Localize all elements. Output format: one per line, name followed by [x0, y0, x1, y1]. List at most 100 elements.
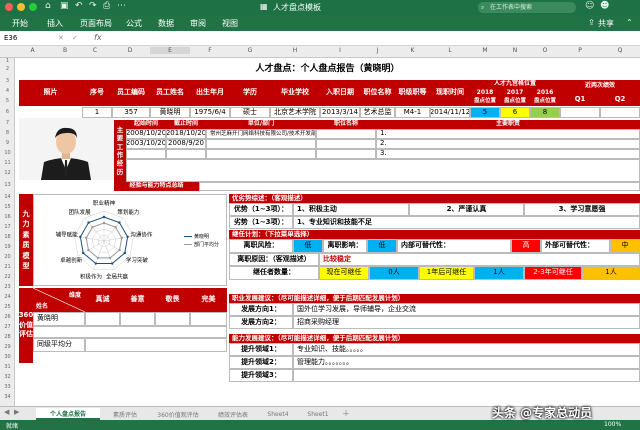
row-header[interactable]: 14 [0, 194, 15, 200]
row-header[interactable]: 3 [0, 78, 15, 84]
row-header[interactable]: 25 [0, 304, 15, 310]
two-value[interactable]: 1人 [582, 266, 640, 280]
row-header[interactable]: 28 [0, 334, 15, 340]
row-header[interactable]: 31 [0, 364, 15, 370]
cell-2017[interactable]: 6 [500, 107, 530, 118]
eval-cell[interactable] [85, 312, 120, 326]
row-header[interactable]: 1 [0, 58, 15, 64]
impact-value[interactable]: 低 [367, 239, 397, 253]
col-header[interactable]: K [395, 47, 430, 54]
eval-cell[interactable] [155, 312, 190, 326]
share-button[interactable]: 共享 [598, 18, 614, 29]
work-row-company[interactable] [206, 149, 316, 159]
row-header[interactable]: 10 [0, 150, 15, 156]
work-row-end[interactable]: 2018/10/20 [166, 129, 206, 139]
work-row-end[interactable] [166, 149, 206, 159]
tab-page-layout[interactable]: 页面布局 [80, 18, 112, 29]
more-icon[interactable]: ⋯ [117, 1, 126, 11]
work-notes-area[interactable] [126, 159, 640, 182]
face-icon[interactable]: ☻ [600, 1, 609, 11]
row-header[interactable]: 6 [0, 109, 15, 115]
minimize-window-button[interactable] [17, 3, 25, 11]
risk-value[interactable]: 低 [293, 239, 323, 253]
tab-formulas[interactable]: 公式 [126, 18, 142, 29]
work-row-end[interactable]: 2008/9/20 [166, 139, 206, 149]
tab-sheet-quality[interactable]: 素质评估 [104, 408, 146, 420]
career-d1[interactable]: 国外位学习发展，导师辅导，企业交流 [293, 303, 640, 316]
work-row-start[interactable]: 2008/10/20 [126, 129, 166, 139]
name-box[interactable]: E36 [4, 34, 17, 42]
cancel-icon[interactable]: ✕ [58, 34, 64, 42]
col-header[interactable]: L [430, 47, 470, 54]
redo-icon[interactable]: ↷ [89, 1, 97, 11]
row-header[interactable]: 19 [0, 244, 15, 250]
tab-insert[interactable]: 插入 [47, 18, 63, 29]
row-header[interactable]: 7 [0, 120, 15, 126]
cell-2016[interactable]: 8 [530, 107, 560, 118]
one-value[interactable]: 1人 [474, 266, 524, 280]
cell-join[interactable]: 2013/3/14 [320, 107, 360, 118]
cell-edu[interactable]: 硕士 [230, 107, 270, 118]
eval-avg[interactable]: 同级平均分 [33, 338, 85, 352]
work-row-start[interactable] [126, 149, 166, 159]
row-header[interactable]: 8 [0, 130, 15, 136]
ability-a1[interactable]: 专业知识、技能。。。。。 [293, 343, 640, 356]
cell-2018[interactable]: 5 [470, 107, 500, 118]
outer-value[interactable]: 中 [610, 239, 640, 253]
work-row-company[interactable]: 常州芝麻开门网络科技有限公司/技术开发部 [206, 129, 316, 139]
work-row-duty[interactable]: 2. [376, 139, 640, 149]
row-header[interactable]: 23 [0, 284, 15, 290]
row-header[interactable]: 21 [0, 264, 15, 270]
row-header[interactable]: 26 [0, 314, 15, 320]
row-header[interactable]: 30 [0, 354, 15, 360]
col-header[interactable]: E [150, 47, 190, 54]
eval-spacer[interactable] [33, 326, 227, 338]
close-window-button[interactable] [5, 3, 13, 11]
prev-sheet-icon[interactable]: ◀ [4, 408, 9, 416]
reason-value[interactable]: 比较稳定 [319, 253, 640, 266]
col-header[interactable]: D [110, 47, 150, 54]
cell-level[interactable]: M4-1 [395, 107, 430, 118]
work-row-company[interactable] [206, 139, 316, 149]
col-header[interactable]: H [270, 47, 320, 54]
row-header[interactable]: 32 [0, 374, 15, 380]
cell-seq[interactable]: 1 [82, 107, 112, 118]
tab-home[interactable]: 开始 [12, 18, 28, 29]
row-header[interactable]: 11 [0, 160, 15, 166]
strength-2[interactable]: 2、严谨认真 [409, 203, 524, 216]
collapse-ribbon-icon[interactable]: ⌃ [626, 18, 633, 27]
col-header[interactable]: Q [600, 47, 640, 54]
eval-person[interactable]: 黄晓明 [33, 312, 85, 326]
now-value[interactable]: 0人 [369, 266, 419, 280]
tab-sheet-360[interactable]: 360价值观评估 [150, 408, 206, 420]
tab-sheet-report[interactable]: 个人盘点报告 [36, 408, 100, 420]
row-header[interactable]: 18 [0, 234, 15, 240]
row-header[interactable]: 4 [0, 88, 15, 94]
cell-current[interactable]: 2014/11/12 [430, 107, 470, 118]
tab-review[interactable]: 审阅 [190, 18, 206, 29]
cell-school[interactable]: 北京艺术学院 [270, 107, 320, 118]
col-header[interactable]: M [470, 47, 500, 54]
work-row-position[interactable] [316, 149, 376, 159]
summary-cell[interactable] [199, 182, 640, 191]
home-icon[interactable]: ⌂ [45, 1, 51, 11]
undo-icon[interactable]: ↶ [75, 1, 83, 11]
tab-sheet1[interactable]: Sheet1 [300, 408, 336, 420]
work-row-duty[interactable]: 1. [376, 129, 640, 139]
row-header[interactable]: 5 [0, 98, 15, 104]
cell-title[interactable]: 艺术总监 [360, 107, 395, 118]
col-header[interactable]: P [560, 47, 600, 54]
strength-1[interactable]: 1、积极主动 [293, 203, 409, 216]
tab-data[interactable]: 数据 [158, 18, 174, 29]
inner-value[interactable]: 高 [511, 239, 541, 253]
eval-cell[interactable] [190, 312, 227, 326]
col-header[interactable]: C [80, 47, 110, 54]
col-header[interactable]: I [320, 47, 360, 54]
row-header[interactable]: 12 [0, 170, 15, 176]
save-icon[interactable]: ▣ [60, 1, 69, 11]
weak-1[interactable]: 1、专业知识和技能不足 [293, 216, 640, 229]
cell-q1[interactable] [560, 107, 600, 118]
function-icon[interactable]: fx [94, 33, 102, 42]
row-header[interactable]: 9 [0, 140, 15, 146]
row-header[interactable]: 33 [0, 384, 15, 390]
